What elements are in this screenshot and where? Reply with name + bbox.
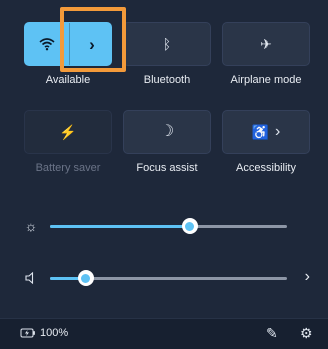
focus-assist-tile[interactable]: ☽: [123, 110, 211, 154]
battery-charging-icon: [20, 328, 35, 338]
brightness-icon: ☼: [24, 218, 38, 234]
chevron-right-icon: ›: [89, 34, 95, 54]
battery-saver-label: Battery saver: [35, 162, 101, 174]
brightness-slider-thumb[interactable]: [181, 218, 198, 234]
volume-slider-thumb[interactable]: [77, 270, 94, 286]
brightness-fill: [50, 225, 190, 228]
bluetooth-label: Bluetooth: [143, 74, 191, 86]
thumb-dot: [185, 221, 195, 231]
focus-assist-label: Focus assist: [136, 162, 198, 174]
airplane-mode-label: Airplane mode: [230, 74, 302, 86]
volume-slider-row: ›: [0, 266, 328, 290]
battery-saver-icon: ⚡: [59, 124, 77, 140]
brightness-slider-row: ☼: [0, 214, 328, 238]
chevron-right-icon: ›: [275, 123, 281, 140]
speaker-icon: [22, 269, 40, 287]
wifi-icon: [38, 38, 55, 51]
wifi-label: Available: [45, 74, 91, 86]
battery-saver-tile: ⚡: [24, 110, 112, 154]
wifi-expand-button[interactable]: ›: [69, 23, 111, 65]
thumb-dot: [81, 273, 91, 283]
quick-settings-footer: 100% ✎ ⚙: [0, 318, 328, 349]
bluetooth-tile[interactable]: ᛒ: [123, 22, 211, 66]
wifi-tile[interactable]: ›: [24, 22, 112, 66]
airplane-mode-tile[interactable]: ✈: [222, 22, 310, 66]
wifi-toggle-button[interactable]: [25, 23, 68, 65]
battery-status[interactable]: 100%: [20, 327, 68, 339]
battery-percentage: 100%: [40, 327, 69, 339]
quick-settings-panel: › Available ᛒ Bluetooth ✈ Airplane mode …: [0, 0, 328, 349]
gear-icon[interactable]: ⚙: [300, 325, 313, 342]
accessibility-tile[interactable]: ♿ ›: [222, 110, 310, 154]
accessibility-icon: ♿: [251, 124, 270, 140]
moon-icon: ☽: [159, 123, 175, 140]
pencil-icon[interactable]: ✎: [266, 325, 278, 342]
accessibility-label: Accessibility: [236, 162, 296, 174]
bluetooth-icon: ᛒ: [162, 36, 172, 52]
airplane-icon: ✈: [260, 36, 272, 52]
chevron-right-icon[interactable]: ›: [305, 268, 310, 286]
